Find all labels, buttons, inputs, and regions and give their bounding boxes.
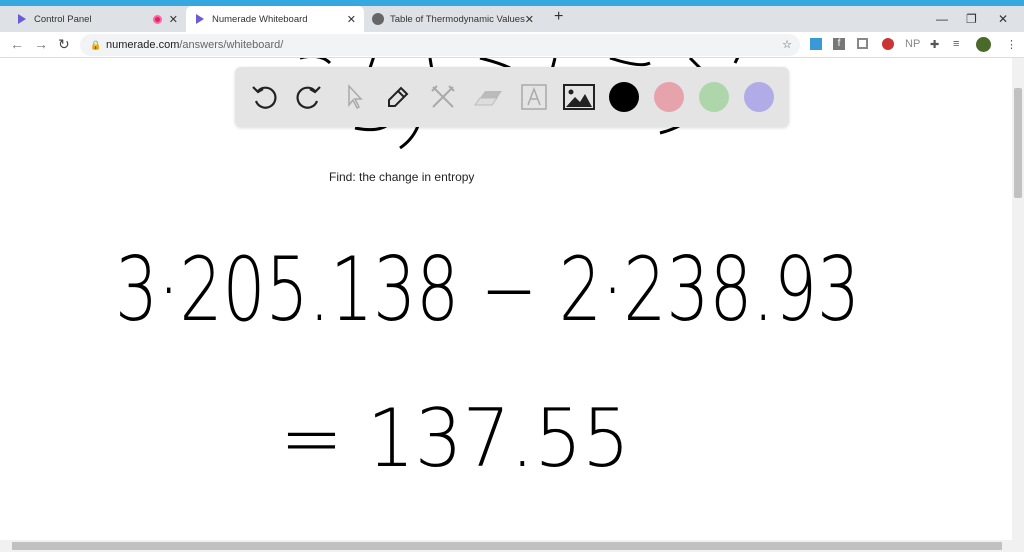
vertical-scroll-thumb[interactable] <box>1014 88 1022 198</box>
close-tab-icon[interactable]: ✕ <box>347 13 356 26</box>
vertical-scrollbar[interactable] <box>1012 58 1024 540</box>
extensions-puzzle-icon[interactable]: ✚ <box>930 38 939 51</box>
text-tool-button[interactable] <box>518 81 550 113</box>
whiteboard-toolbar <box>235 67 789 127</box>
close-tab-icon[interactable]: ✕ <box>525 13 534 26</box>
numerade-logo-icon <box>18 14 26 24</box>
eraser-tool-button[interactable] <box>472 81 504 113</box>
extension-badge-icon[interactable] <box>882 38 894 50</box>
color-swatch-purple[interactable] <box>744 82 774 112</box>
back-button[interactable]: ← <box>10 36 24 52</box>
shapes-tool-button[interactable] <box>427 81 459 113</box>
minimize-button[interactable]: — <box>936 12 948 26</box>
forward-button[interactable]: → <box>34 36 48 52</box>
media-control-icon[interactable]: ≡ <box>953 38 959 50</box>
tab-control-panel[interactable]: Control Panel ✕ <box>8 6 186 32</box>
redo-icon <box>296 86 321 109</box>
image-tool-button[interactable] <box>563 81 595 113</box>
tab-label: Control Panel <box>34 13 92 25</box>
tab-label: Table of Thermodynamic Values <box>390 13 525 25</box>
handwriting-layer: 3·205.138 − 2·238.93 = 137.55 <box>115 58 860 485</box>
tab-strip: Control Panel ✕ Numerade Whiteboard ✕ Ta… <box>0 6 1024 32</box>
globe-icon <box>372 13 384 25</box>
lock-icon: 🔒 <box>90 40 102 50</box>
url-field[interactable]: 🔒 numerade.com/answers/whiteboard/ ☆ <box>80 34 800 56</box>
undo-button[interactable] <box>248 81 280 113</box>
pen-icon <box>388 86 409 107</box>
pen-tool-button[interactable] <box>382 81 414 113</box>
address-bar-row: ← → ↻ 🔒 numerade.com/answers/whiteboard/… <box>0 32 1024 58</box>
np-extension-icon[interactable]: NP <box>905 38 920 50</box>
handwritten-result: = 137.55 <box>280 392 630 485</box>
new-tab-button[interactable]: + <box>554 8 563 26</box>
handwritten-expression: 3·205.138 − 2·238.93 <box>115 238 860 341</box>
facebook-extension-icon[interactable]: f <box>833 38 845 50</box>
redo-button[interactable] <box>293 81 325 113</box>
horizontal-scrollbar[interactable] <box>0 540 1024 552</box>
horizontal-scroll-thumb[interactable] <box>12 542 1002 550</box>
url-path: /answers/whiteboard/ <box>179 39 284 51</box>
restore-button[interactable]: ❐ <box>966 12 977 26</box>
tab-label: Numerade Whiteboard <box>212 13 308 25</box>
recording-icon <box>153 14 162 24</box>
numerade-logo-icon <box>196 14 204 24</box>
tab-numerade-whiteboard[interactable]: Numerade Whiteboard ✕ <box>186 6 364 32</box>
url-host: numerade.com <box>106 39 180 51</box>
color-swatch-green[interactable] <box>699 82 729 112</box>
close-window-button[interactable]: ✕ <box>998 12 1008 26</box>
tab-thermodynamic-values[interactable]: Table of Thermodynamic Values ✕ <box>364 6 542 32</box>
menu-icon[interactable]: ⋮ <box>1006 38 1017 51</box>
extension-icon[interactable] <box>810 38 822 50</box>
profile-avatar[interactable] <box>976 37 991 52</box>
bookmark-star-icon[interactable]: ☆ <box>782 34 792 56</box>
problem-prompt: Find: the change in entropy <box>329 170 475 184</box>
cursor-icon <box>348 84 363 110</box>
color-swatch-black[interactable] <box>609 82 639 112</box>
undo-icon <box>252 86 277 109</box>
whiteboard-canvas[interactable]: 3·205.138 − 2·238.93 = 137.55 <box>0 58 1012 540</box>
select-tool-button[interactable] <box>338 81 370 113</box>
color-swatch-pink[interactable] <box>654 82 684 112</box>
reload-button[interactable]: ↻ <box>58 36 70 53</box>
text-icon <box>521 84 547 110</box>
tools-icon <box>431 85 455 108</box>
image-icon <box>563 84 595 110</box>
eraser-icon <box>474 91 502 106</box>
close-tab-icon[interactable]: ✕ <box>169 13 178 26</box>
screenshot-extension-icon[interactable] <box>857 38 868 49</box>
